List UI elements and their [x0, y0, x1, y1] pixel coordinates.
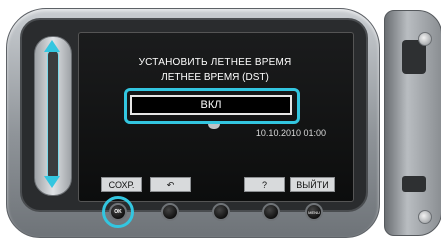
option-selector[interactable]: ВКЛ — [130, 95, 292, 115]
slider-up-arrow-icon[interactable] — [44, 40, 60, 52]
screw-icon — [418, 32, 432, 46]
screw-icon — [418, 210, 432, 224]
save-softkey[interactable]: СОХР. — [101, 177, 142, 192]
back-softkey[interactable]: ↶ — [150, 177, 191, 192]
menu-subtitle: ЛЕТНЕЕ ВРЕМЯ (DST) — [161, 72, 269, 83]
datetime-display: 10.10.2010 01:00 — [255, 128, 326, 138]
slider-down-arrow-icon[interactable] — [44, 176, 60, 188]
exit-softkey[interactable]: ВЫЙТИ — [290, 177, 335, 192]
hinge-slot-bottom — [402, 176, 426, 192]
camcorder-panel: УСТАНОВИТЬ ЛЕТНЕЕ ВРЕМЯ ЛЕТНЕЕ ВРЕМЯ (DS… — [0, 0, 441, 241]
ok-button[interactable]: OK — [109, 203, 127, 221]
hardware-button-3[interactable] — [212, 203, 230, 221]
menu-title: УСТАНОВИТЬ ЛЕТНЕЕ ВРЕМЯ — [138, 57, 292, 68]
slider-track[interactable] — [47, 50, 59, 180]
ok-label: OK — [114, 209, 122, 215]
hardware-button-4[interactable] — [262, 203, 280, 221]
menu-button[interactable]: MENU — [305, 203, 323, 221]
help-softkey[interactable]: ? — [244, 177, 285, 192]
hardware-button-2[interactable] — [161, 203, 179, 221]
back-arrow-icon: ↶ — [166, 180, 175, 190]
menu-label: MENU — [308, 210, 320, 215]
